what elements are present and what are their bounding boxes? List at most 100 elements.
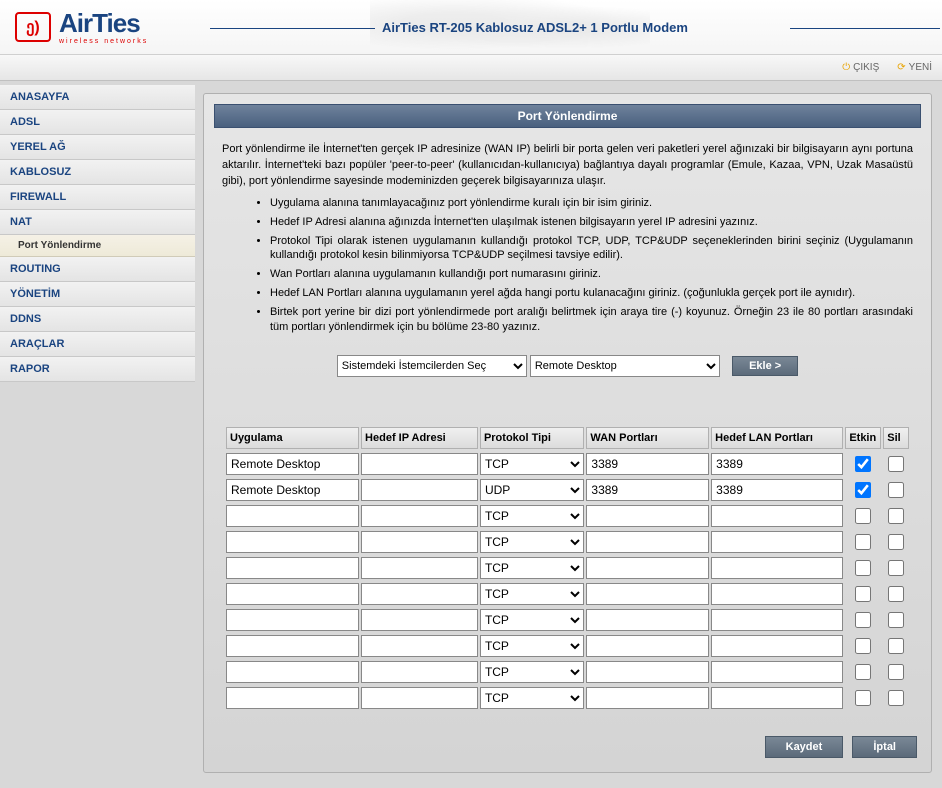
delete-checkbox[interactable] [888, 560, 904, 576]
table-row: TCPUDPTCP&UDP [226, 479, 909, 501]
logout-link[interactable]: ⏻ÇIKIŞ [842, 62, 879, 73]
enable-checkbox[interactable] [855, 612, 871, 628]
ip-input[interactable] [361, 687, 478, 709]
app-input[interactable] [226, 531, 359, 553]
delete-checkbox[interactable] [888, 612, 904, 628]
app-select[interactable]: Remote Desktop [530, 355, 720, 377]
wan-input[interactable] [586, 687, 709, 709]
app-input[interactable] [226, 479, 359, 501]
enable-checkbox[interactable] [855, 690, 871, 706]
delete-checkbox[interactable] [888, 638, 904, 654]
delete-checkbox[interactable] [888, 664, 904, 680]
app-input[interactable] [226, 583, 359, 605]
lan-input[interactable] [711, 479, 843, 501]
th-app: Uygulama [226, 427, 359, 449]
app-input[interactable] [226, 505, 359, 527]
lan-input[interactable] [711, 661, 843, 683]
enable-checkbox[interactable] [855, 586, 871, 602]
proto-select[interactable]: TCPUDPTCP&UDP [480, 635, 584, 657]
nav-ddns[interactable]: DDNS [0, 307, 195, 332]
ip-input[interactable] [361, 505, 478, 527]
lan-input[interactable] [711, 531, 843, 553]
enable-checkbox[interactable] [855, 482, 871, 498]
enable-checkbox[interactable] [855, 664, 871, 680]
proto-select[interactable]: TCPUDPTCP&UDP [480, 531, 584, 553]
proto-select[interactable]: TCPUDPTCP&UDP [480, 583, 584, 605]
lan-input[interactable] [711, 687, 843, 709]
ip-input[interactable] [361, 609, 478, 631]
nav-nat[interactable]: NAT [0, 210, 195, 235]
delete-checkbox[interactable] [888, 456, 904, 472]
enable-checkbox[interactable] [855, 534, 871, 550]
th-ip: Hedef IP Adresi [361, 427, 478, 449]
proto-select[interactable]: TCPUDPTCP&UDP [480, 505, 584, 527]
nav-routing[interactable]: ROUTING [0, 257, 195, 282]
nav-anasayfa[interactable]: ANASAYFA [0, 85, 195, 110]
table-row: TCPUDPTCP&UDP [226, 453, 909, 475]
wan-input[interactable] [586, 505, 709, 527]
wan-input[interactable] [586, 453, 709, 475]
wan-input[interactable] [586, 479, 709, 501]
lan-input[interactable] [711, 505, 843, 527]
enable-checkbox[interactable] [855, 638, 871, 654]
lan-input[interactable] [711, 635, 843, 657]
app-input[interactable] [226, 453, 359, 475]
ip-input[interactable] [361, 661, 478, 683]
enable-checkbox[interactable] [855, 560, 871, 576]
app-input[interactable] [226, 635, 359, 657]
nav-adsl[interactable]: ADSL [0, 110, 195, 135]
wan-input[interactable] [586, 635, 709, 657]
app-input[interactable] [226, 687, 359, 709]
nav-rapor[interactable]: RAPOR [0, 357, 195, 382]
th-lan: Hedef LAN Portları [711, 427, 843, 449]
delete-checkbox[interactable] [888, 508, 904, 524]
delete-checkbox[interactable] [888, 690, 904, 706]
app-input[interactable] [226, 609, 359, 631]
divider [210, 28, 375, 29]
lan-input[interactable] [711, 609, 843, 631]
app-input[interactable] [226, 661, 359, 683]
nav-port-yonlendirme[interactable]: Port Yönlendirme [0, 235, 195, 257]
wan-input[interactable] [586, 661, 709, 683]
client-select[interactable]: Sistemdeki İstemcilerden Seç [337, 355, 527, 377]
proto-select[interactable]: TCPUDPTCP&UDP [480, 557, 584, 579]
wan-input[interactable] [586, 531, 709, 553]
ip-input[interactable] [361, 583, 478, 605]
save-button[interactable]: Kaydet [765, 736, 844, 758]
ip-input[interactable] [361, 453, 478, 475]
nav-yerel-ag[interactable]: YEREL AĞ [0, 135, 195, 160]
lan-input[interactable] [711, 453, 843, 475]
list-item: Hedef LAN Portları alanına uygulamanın y… [270, 286, 913, 301]
proto-select[interactable]: TCPUDPTCP&UDP [480, 453, 584, 475]
ip-input[interactable] [361, 557, 478, 579]
enable-checkbox[interactable] [855, 456, 871, 472]
wan-input[interactable] [586, 583, 709, 605]
panel-title: Port Yönlendirme [214, 104, 921, 128]
ip-input[interactable] [361, 531, 478, 553]
nav-yonetim[interactable]: YÖNETİM [0, 282, 195, 307]
proto-select[interactable]: TCPUDPTCP&UDP [480, 687, 584, 709]
nav-araclar[interactable]: ARAÇLAR [0, 332, 195, 357]
delete-checkbox[interactable] [888, 586, 904, 602]
list-item: Hedef IP Adresi alanına ağınızda İnterne… [270, 215, 913, 230]
cancel-button[interactable]: İptal [852, 736, 917, 758]
delete-checkbox[interactable] [888, 534, 904, 550]
lan-input[interactable] [711, 583, 843, 605]
wan-input[interactable] [586, 557, 709, 579]
ip-input[interactable] [361, 635, 478, 657]
proto-select[interactable]: TCPUDPTCP&UDP [480, 661, 584, 683]
enable-checkbox[interactable] [855, 508, 871, 524]
logo: ე) AirTies wireless networks [0, 5, 163, 50]
logo-icon: ე) [15, 12, 51, 42]
nav-kablosuz[interactable]: KABLOSUZ [0, 160, 195, 185]
lan-input[interactable] [711, 557, 843, 579]
wan-input[interactable] [586, 609, 709, 631]
add-button[interactable]: Ekle > [732, 356, 798, 376]
proto-select[interactable]: TCPUDPTCP&UDP [480, 479, 584, 501]
proto-select[interactable]: TCPUDPTCP&UDP [480, 609, 584, 631]
ip-input[interactable] [361, 479, 478, 501]
nav-firewall[interactable]: FIREWALL [0, 185, 195, 210]
delete-checkbox[interactable] [888, 482, 904, 498]
refresh-link[interactable]: ⟳YENİ [897, 62, 932, 73]
app-input[interactable] [226, 557, 359, 579]
